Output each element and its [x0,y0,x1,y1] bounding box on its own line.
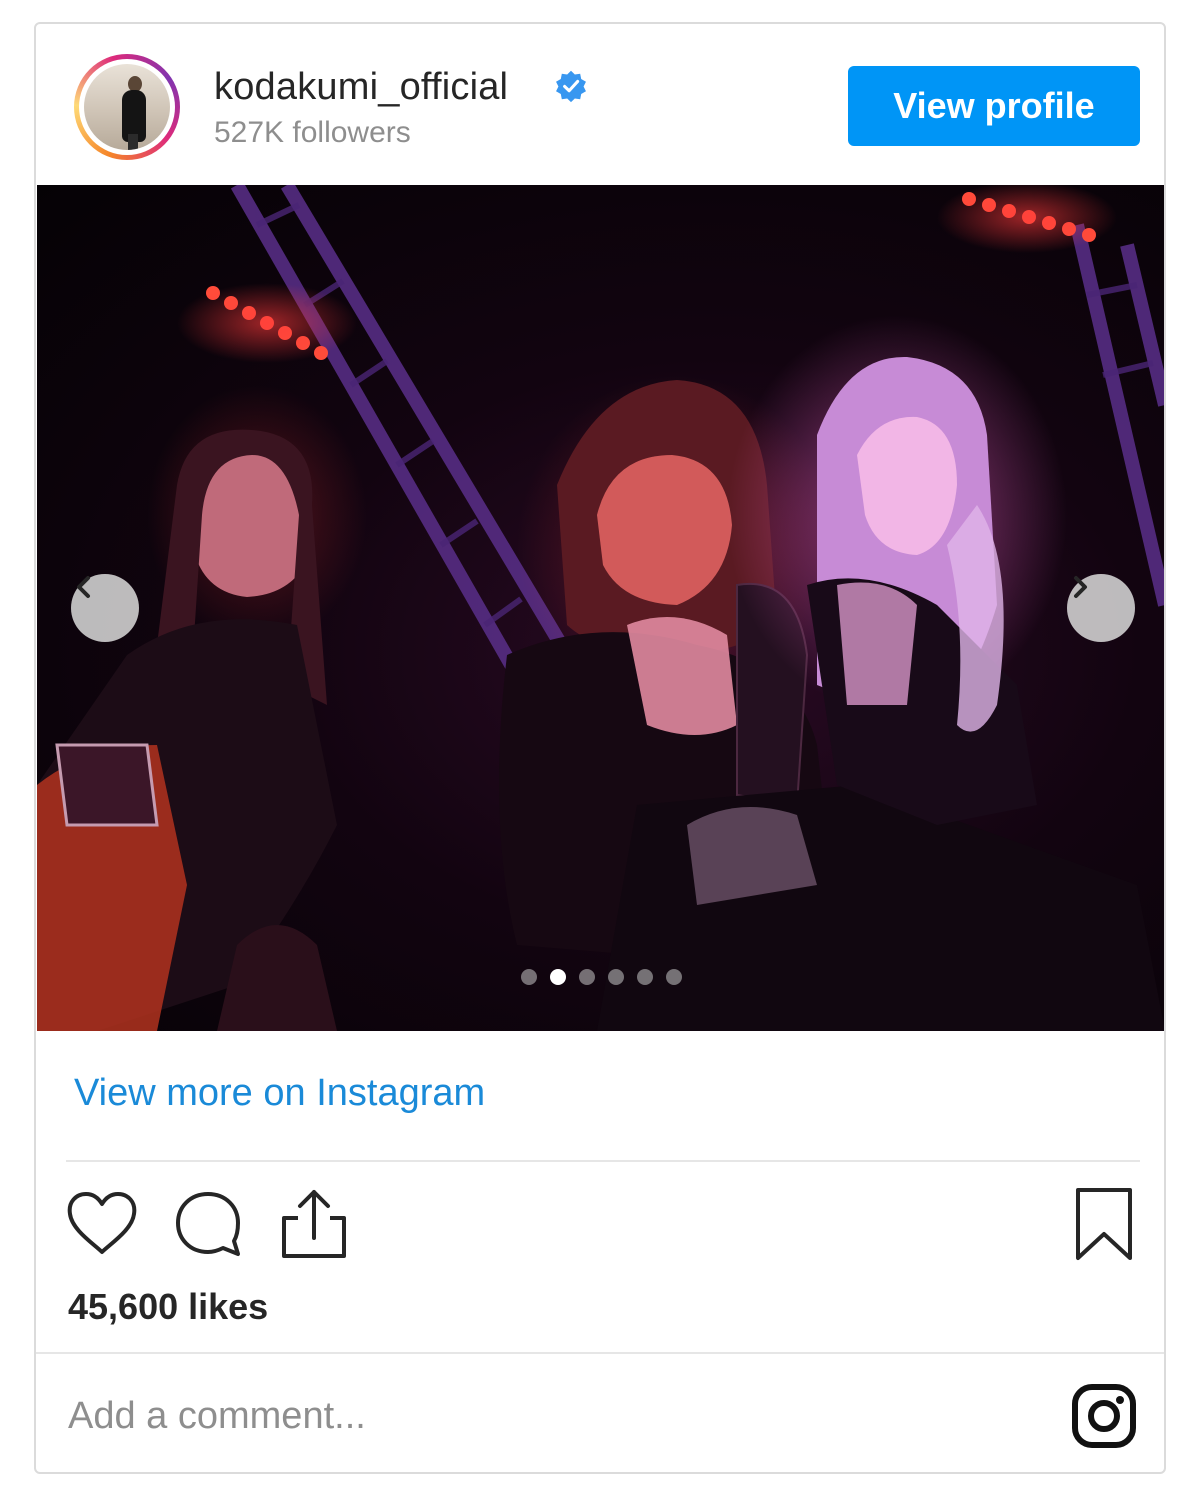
share-icon[interactable] [276,1186,352,1262]
instagram-embed-card: kodakumi_official 527K followers View pr… [34,22,1166,1474]
heart-icon[interactable] [64,1186,140,1262]
carousel-dot [579,969,595,985]
view-profile-button[interactable]: View profile [848,66,1140,146]
carousel-dot [666,969,682,985]
avatar [84,64,170,150]
verified-badge-icon [556,70,586,103]
carousel-dot [550,969,566,985]
username-link[interactable]: kodakumi_official [214,66,508,109]
carousel-next-button[interactable] [1067,574,1135,642]
follower-count: 527K followers [214,116,411,149]
chevron-left-icon [77,576,90,598]
view-more-link[interactable]: View more on Instagram [74,1072,485,1115]
avatar-story-ring[interactable] [74,54,180,160]
comment-icon[interactable] [170,1186,246,1262]
carousel-indicator [521,969,682,985]
instagram-logo-icon[interactable] [1070,1382,1138,1450]
chevron-right-icon [1074,576,1087,598]
carousel-dot [637,969,653,985]
carousel-prev-button[interactable] [71,574,139,642]
like-count: 45,600 likes [68,1286,269,1327]
divider [36,1352,1164,1354]
add-comment-input[interactable] [66,1380,990,1452]
post-photo[interactable] [37,185,1164,1031]
carousel-dot [521,969,537,985]
concert-scene [37,185,1164,1031]
divider [66,1160,1140,1162]
carousel-dot [608,969,624,985]
bookmark-icon[interactable] [1066,1186,1142,1262]
